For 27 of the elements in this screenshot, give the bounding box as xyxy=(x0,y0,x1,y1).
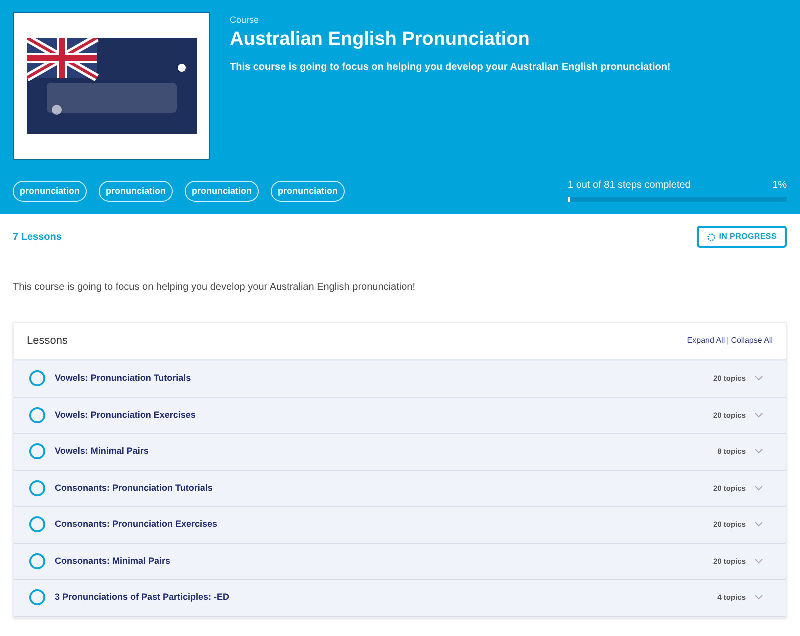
lesson-title[interactable]: Vowels: Pronunciation Exercises xyxy=(55,408,704,422)
lesson-title[interactable]: Vowels: Minimal Pairs xyxy=(55,445,709,458)
chevron-down-icon[interactable] xyxy=(755,449,763,454)
chevron-down-icon[interactable] xyxy=(755,376,763,382)
lesson-count: 7 Lessons xyxy=(13,230,62,244)
course-description: This course is going to focus on helping you develop your Australian English pronunciation! xyxy=(230,60,671,74)
chevron-down-icon[interactable] xyxy=(755,595,763,600)
lesson-title[interactable]: 3 Pronunciations of Past Participles: -ED xyxy=(55,591,709,604)
course-title: Australian English Pronunciation xyxy=(230,28,531,52)
chevron-down-icon[interactable] xyxy=(755,412,763,418)
chevron-down-icon[interactable] xyxy=(755,558,763,564)
lessons-heading: Lessons xyxy=(27,334,68,349)
chevron-down-icon[interactable] xyxy=(755,486,763,491)
course-description: This course is going to focus on helping you develop your Australian English pronunciation! xyxy=(13,281,416,295)
status-badge: IN PROGRESS xyxy=(697,226,787,248)
lesson-title[interactable]: Consonants: Minimal Pairs xyxy=(55,554,704,568)
progress-text: 1 out of 81 steps completed xyxy=(568,179,691,193)
lesson-title[interactable]: Consonants: Pronunciation Tutorials xyxy=(55,482,704,495)
course-label: Course xyxy=(230,14,260,27)
chevron-down-icon[interactable] xyxy=(755,522,763,528)
expand-all-link[interactable]: Expand All xyxy=(687,335,726,347)
lesson-title[interactable]: Consonants: Pronunciation Exercises xyxy=(55,518,704,532)
separator: | xyxy=(727,335,730,347)
spinner-icon xyxy=(707,232,716,242)
progress-percent: 1% xyxy=(772,179,787,193)
lesson-title[interactable]: Vowels: Pronunciation Tutorials xyxy=(55,372,704,386)
collapse-all-link[interactable]: Collapse All xyxy=(731,335,773,347)
